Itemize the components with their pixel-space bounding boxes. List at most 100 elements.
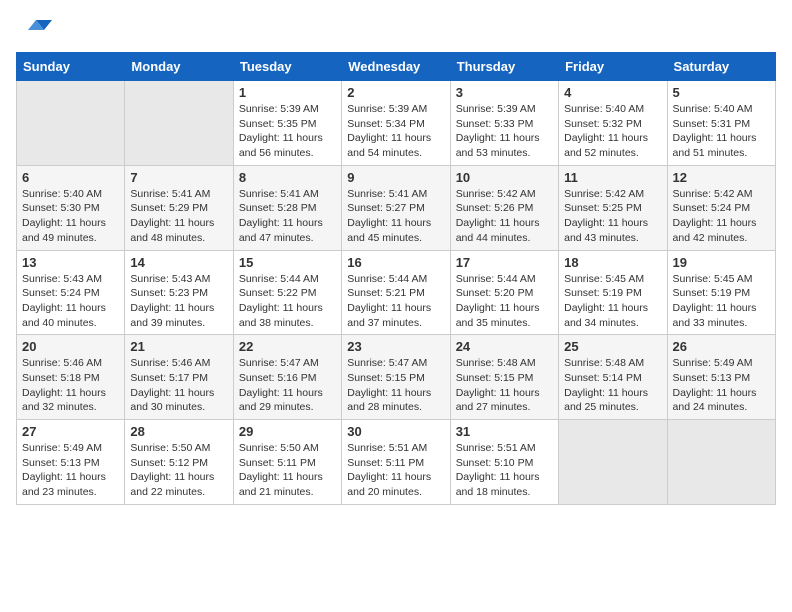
day-number: 1 (239, 85, 336, 100)
day-number: 19 (673, 255, 770, 270)
calendar-cell: 20Sunrise: 5:46 AMSunset: 5:18 PMDayligh… (17, 335, 125, 420)
day-info: Sunrise: 5:41 AMSunset: 5:27 PMDaylight:… (347, 187, 444, 246)
day-info: Sunrise: 5:48 AMSunset: 5:14 PMDaylight:… (564, 356, 661, 415)
day-number: 12 (673, 170, 770, 185)
day-info: Sunrise: 5:40 AMSunset: 5:31 PMDaylight:… (673, 102, 770, 161)
calendar-cell: 24Sunrise: 5:48 AMSunset: 5:15 PMDayligh… (450, 335, 558, 420)
day-info: Sunrise: 5:44 AMSunset: 5:21 PMDaylight:… (347, 272, 444, 331)
logo-icon (16, 16, 52, 44)
calendar-cell: 17 Sunrise: 5:44 AMSunset: 5:20 PMDayligh… (450, 250, 558, 335)
day-number: 17 (456, 255, 553, 270)
calendar-cell: 15 Sunrise: 5:44 AMSunset: 5:22 PMDayligh… (233, 250, 341, 335)
day-info: Sunrise: 5:40 AMSunset: 5:30 PMDaylight:… (22, 187, 119, 246)
weekday-header: Monday (125, 53, 233, 81)
day-info: Sunrise: 5:50 AMSunset: 5:12 PMDaylight:… (130, 441, 227, 500)
day-number: 30 (347, 424, 444, 439)
calendar-cell: 19 Sunrise: 5:45 AMSunset: 5:19 PMDayligh… (667, 250, 775, 335)
calendar-cell: 26 Sunrise: 5:49 AMSunset: 5:13 PMDayligh… (667, 335, 775, 420)
day-number: 21 (130, 339, 227, 354)
day-number: 18 (564, 255, 661, 270)
weekday-header: Wednesday (342, 53, 450, 81)
calendar-cell: 23 Sunrise: 5:47 AMSunset: 5:15 PMDayligh… (342, 335, 450, 420)
calendar-week-row: 13 Sunrise: 5:43 AMSunset: 5:24 PMDayligh… (17, 250, 776, 335)
calendar-cell: 5 Sunrise: 5:40 AMSunset: 5:31 PMDaylight… (667, 81, 775, 166)
calendar-cell: 16 Sunrise: 5:44 AMSunset: 5:21 PMDayligh… (342, 250, 450, 335)
day-number: 9 (347, 170, 444, 185)
day-number: 26 (673, 339, 770, 354)
calendar-cell: 13 Sunrise: 5:43 AMSunset: 5:24 PMDayligh… (17, 250, 125, 335)
calendar-cell (667, 420, 775, 505)
day-info: Sunrise: 5:44 AMSunset: 5:22 PMDaylight:… (239, 272, 336, 331)
day-number: 10 (456, 170, 553, 185)
calendar-cell: 25Sunrise: 5:48 AMSunset: 5:14 PMDayligh… (559, 335, 667, 420)
day-number: 2 (347, 85, 444, 100)
weekday-header: Friday (559, 53, 667, 81)
day-number: 28 (130, 424, 227, 439)
day-number: 23 (347, 339, 444, 354)
day-info: Sunrise: 5:46 AMSunset: 5:18 PMDaylight:… (22, 356, 119, 415)
day-number: 15 (239, 255, 336, 270)
calendar-cell: 7 Sunrise: 5:41 AMSunset: 5:29 PMDaylight… (125, 165, 233, 250)
weekday-header: Saturday (667, 53, 775, 81)
day-number: 7 (130, 170, 227, 185)
page-header (16, 16, 776, 44)
calendar-cell: 21 Sunrise: 5:46 AMSunset: 5:17 PMDayligh… (125, 335, 233, 420)
calendar-cell: 22Sunrise: 5:47 AMSunset: 5:16 PMDayligh… (233, 335, 341, 420)
day-info: Sunrise: 5:51 AMSunset: 5:10 PMDaylight:… (456, 441, 553, 500)
day-info: Sunrise: 5:40 AMSunset: 5:32 PMDaylight:… (564, 102, 661, 161)
calendar-cell: 28 Sunrise: 5:50 AMSunset: 5:12 PMDayligh… (125, 420, 233, 505)
day-info: Sunrise: 5:39 AMSunset: 5:35 PMDaylight:… (239, 102, 336, 161)
day-info: Sunrise: 5:42 AMSunset: 5:24 PMDaylight:… (673, 187, 770, 246)
day-number: 31 (456, 424, 553, 439)
day-number: 16 (347, 255, 444, 270)
calendar-cell (559, 420, 667, 505)
calendar-cell: 10 Sunrise: 5:42 AMSunset: 5:26 PMDayligh… (450, 165, 558, 250)
weekday-header: Thursday (450, 53, 558, 81)
calendar-cell: 14 Sunrise: 5:43 AMSunset: 5:23 PMDayligh… (125, 250, 233, 335)
day-info: Sunrise: 5:42 AMSunset: 5:26 PMDaylight:… (456, 187, 553, 246)
calendar-cell: 29 Sunrise: 5:50 AMSunset: 5:11 PMDayligh… (233, 420, 341, 505)
calendar-cell: 11Sunrise: 5:42 AMSunset: 5:25 PMDayligh… (559, 165, 667, 250)
day-info: Sunrise: 5:39 AMSunset: 5:33 PMDaylight:… (456, 102, 553, 161)
calendar-cell: 6Sunrise: 5:40 AMSunset: 5:30 PMDaylight… (17, 165, 125, 250)
calendar-cell (17, 81, 125, 166)
calendar-cell: 12 Sunrise: 5:42 AMSunset: 5:24 PMDayligh… (667, 165, 775, 250)
day-number: 29 (239, 424, 336, 439)
day-number: 5 (673, 85, 770, 100)
calendar-cell: 31 Sunrise: 5:51 AMSunset: 5:10 PMDayligh… (450, 420, 558, 505)
day-info: Sunrise: 5:51 AMSunset: 5:11 PMDaylight:… (347, 441, 444, 500)
day-info: Sunrise: 5:50 AMSunset: 5:11 PMDaylight:… (239, 441, 336, 500)
day-info: Sunrise: 5:43 AMSunset: 5:23 PMDaylight:… (130, 272, 227, 331)
calendar-cell: 18 Sunrise: 5:45 AMSunset: 5:19 PMDayligh… (559, 250, 667, 335)
day-info: Sunrise: 5:45 AMSunset: 5:19 PMDaylight:… (673, 272, 770, 331)
calendar-header: SundayMondayTuesdayWednesdayThursdayFrid… (17, 53, 776, 81)
day-info: Sunrise: 5:48 AMSunset: 5:15 PMDaylight:… (456, 356, 553, 415)
calendar-week-row: 27Sunrise: 5:49 AMSunset: 5:13 PMDayligh… (17, 420, 776, 505)
calendar-cell: 4 Sunrise: 5:40 AMSunset: 5:32 PMDaylight… (559, 81, 667, 166)
day-info: Sunrise: 5:41 AMSunset: 5:29 PMDaylight:… (130, 187, 227, 246)
day-number: 8 (239, 170, 336, 185)
day-info: Sunrise: 5:46 AMSunset: 5:17 PMDaylight:… (130, 356, 227, 415)
logo (16, 16, 56, 44)
calendar-cell: 30 Sunrise: 5:51 AMSunset: 5:11 PMDayligh… (342, 420, 450, 505)
calendar-cell: 1 Sunrise: 5:39 AMSunset: 5:35 PMDaylight… (233, 81, 341, 166)
weekday-header: Tuesday (233, 53, 341, 81)
calendar-cell: 8 Sunrise: 5:41 AMSunset: 5:28 PMDaylight… (233, 165, 341, 250)
day-info: Sunrise: 5:43 AMSunset: 5:24 PMDaylight:… (22, 272, 119, 331)
day-info: Sunrise: 5:45 AMSunset: 5:19 PMDaylight:… (564, 272, 661, 331)
calendar-cell: 3Sunrise: 5:39 AMSunset: 5:33 PMDaylight… (450, 81, 558, 166)
day-number: 4 (564, 85, 661, 100)
day-info: Sunrise: 5:41 AMSunset: 5:28 PMDaylight:… (239, 187, 336, 246)
calendar-table: SundayMondayTuesdayWednesdayThursdayFrid… (16, 52, 776, 505)
day-number: 14 (130, 255, 227, 270)
calendar-week-row: 20Sunrise: 5:46 AMSunset: 5:18 PMDayligh… (17, 335, 776, 420)
day-info: Sunrise: 5:42 AMSunset: 5:25 PMDaylight:… (564, 187, 661, 246)
day-number: 22 (239, 339, 336, 354)
day-number: 13 (22, 255, 119, 270)
day-info: Sunrise: 5:49 AMSunset: 5:13 PMDaylight:… (673, 356, 770, 415)
day-info: Sunrise: 5:49 AMSunset: 5:13 PMDaylight:… (22, 441, 119, 500)
day-info: Sunrise: 5:44 AMSunset: 5:20 PMDaylight:… (456, 272, 553, 331)
day-info: Sunrise: 5:47 AMSunset: 5:15 PMDaylight:… (347, 356, 444, 415)
calendar-cell: 27Sunrise: 5:49 AMSunset: 5:13 PMDayligh… (17, 420, 125, 505)
weekday-header: Sunday (17, 53, 125, 81)
